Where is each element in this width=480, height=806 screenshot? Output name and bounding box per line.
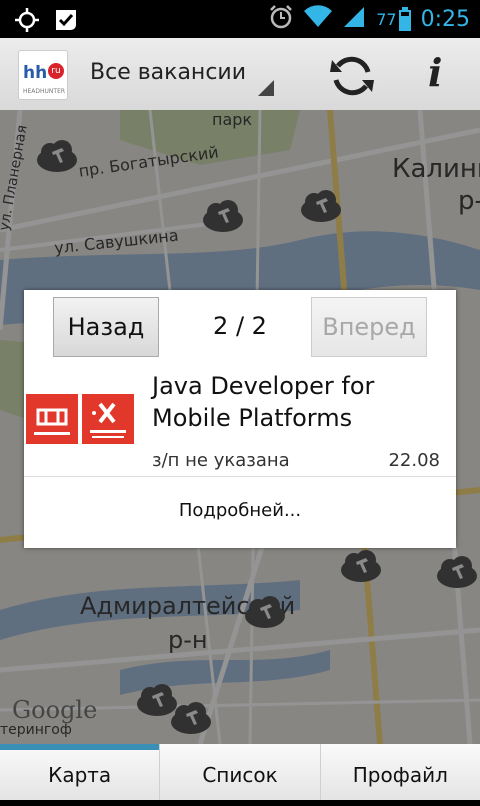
more-details-button[interactable]: Подробней... <box>24 500 456 521</box>
clock: 0:25 <box>420 6 470 32</box>
signal-icon <box>342 5 366 33</box>
gps-icon <box>14 7 40 37</box>
tab-profile-label: Профайл <box>352 763 448 787</box>
battery-indicator: 77 <box>376 7 411 31</box>
status-right-icons: 77 0:25 <box>268 4 470 34</box>
status-bar: 77 0:25 <box>0 0 480 38</box>
salary-label: з/п не указана <box>152 450 290 471</box>
check-notification-icon <box>52 6 80 38</box>
alarm-icon <box>268 4 294 34</box>
battery-icon <box>398 7 411 31</box>
refresh-icon[interactable] <box>328 52 376 100</box>
tab-list[interactable]: Список <box>159 744 319 800</box>
app-logo-badge: ru <box>48 63 64 79</box>
back-button[interactable]: Назад <box>53 297 159 357</box>
app-logo-subtext: HEADHUNTER <box>23 88 66 95</box>
divider <box>24 476 456 477</box>
tab-map[interactable]: Карта <box>0 744 160 800</box>
app-logo-text: hh <box>23 63 48 83</box>
status-left-icons <box>14 6 80 38</box>
action-bar: hh ru HEADHUNTER Все вакансии i <box>0 38 480 111</box>
job-title[interactable]: Java Developer for Mobile Platforms <box>152 370 442 434</box>
posted-date: 22.08 <box>388 450 440 471</box>
info-icon[interactable]: i <box>428 50 442 95</box>
tab-map-label: Карта <box>48 763 112 787</box>
bottom-tab-bar: Карта Список Профайл <box>0 744 480 800</box>
app-logo[interactable]: hh ru HEADHUNTER <box>18 50 68 100</box>
tab-list-label: Список <box>202 763 278 787</box>
spinner-dropdown-icon[interactable] <box>258 80 274 96</box>
page-counter: 2 / 2 <box>213 312 267 340</box>
tab-profile[interactable]: Профайл <box>319 744 480 800</box>
active-tab-indicator <box>0 744 160 750</box>
vacancy-filter-spinner[interactable]: Все вакансии <box>90 60 246 85</box>
battery-level: 77 <box>376 9 397 29</box>
wifi-icon <box>304 5 333 33</box>
vacancy-popup: Назад 2 / 2 Вперед Java Developer for Mo… <box>24 290 456 548</box>
company-logo[interactable] <box>26 394 134 444</box>
forward-button[interactable]: Вперед <box>311 297 427 357</box>
